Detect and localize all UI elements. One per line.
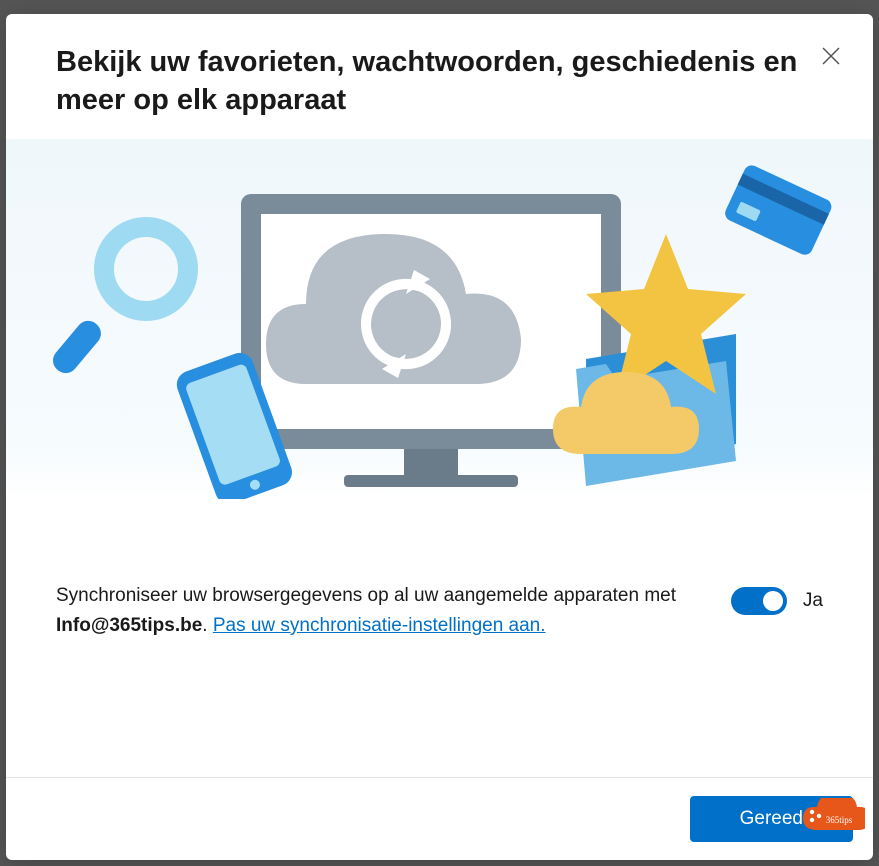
sync-toggle-wrap: Ja bbox=[731, 581, 823, 615]
sync-settings-link[interactable]: Pas uw synchronisatie-instellingen aan. bbox=[213, 615, 546, 636]
sync-text-mid: . bbox=[202, 615, 213, 636]
close-button[interactable] bbox=[821, 46, 841, 66]
done-button[interactable]: Gereed bbox=[690, 796, 853, 842]
sync-illustration bbox=[6, 139, 873, 499]
sync-text-prefix: Synchroniseer uw browsergegevens op al u… bbox=[56, 585, 676, 606]
sync-modal: Bekijk uw favorieten, wachtwoorden, gesc… bbox=[6, 14, 873, 860]
modal-footer: Gereed bbox=[6, 777, 873, 860]
sync-toggle[interactable] bbox=[731, 587, 787, 615]
modal-header: Bekijk uw favorieten, wachtwoorden, gesc… bbox=[6, 14, 873, 139]
toggle-knob bbox=[763, 591, 783, 611]
close-icon bbox=[821, 46, 841, 66]
sync-row: Synchroniseer uw browsergegevens op al u… bbox=[6, 499, 873, 660]
sync-description: Synchroniseer uw browsergegevens op al u… bbox=[56, 581, 691, 640]
sync-toggle-label: Ja bbox=[803, 590, 823, 612]
sync-account: Info@365tips.be bbox=[56, 615, 202, 636]
modal-title: Bekijk uw favorieten, wachtwoorden, gesc… bbox=[56, 44, 816, 119]
